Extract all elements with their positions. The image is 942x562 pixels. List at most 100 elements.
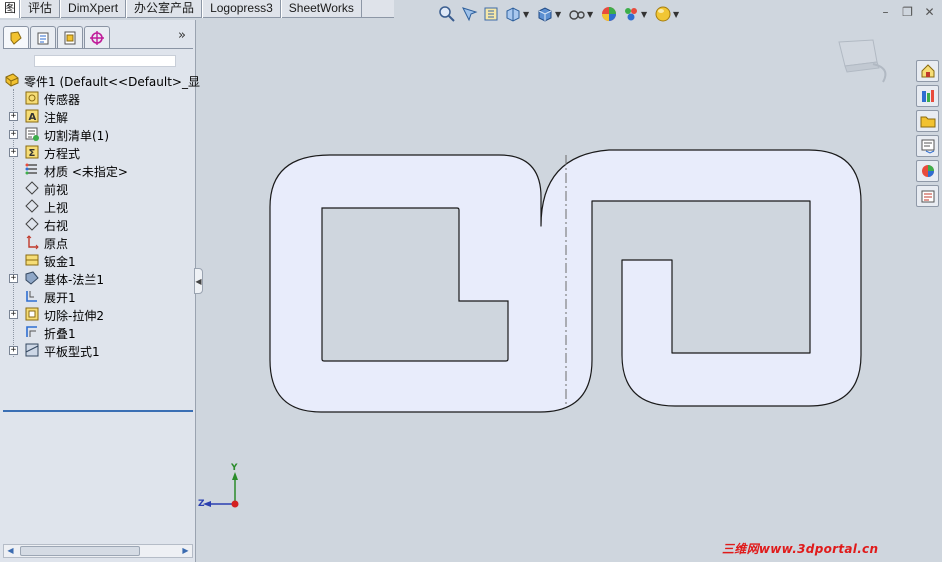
flat-pattern-icon <box>24 342 40 358</box>
feature-tree: 零件1 (Default<<Default>_显 传感器 + A 注解 + 切割… <box>0 71 200 412</box>
expand-icon[interactable]: + <box>9 130 18 139</box>
coordinate-triad <box>203 472 239 508</box>
tree-item-label: 展开1 <box>44 291 76 305</box>
propertymanager-icon[interactable] <box>30 26 56 48</box>
minimize-icon[interactable]: – <box>879 5 892 19</box>
solidworks-resources-icon[interactable] <box>916 60 939 82</box>
svg-text:A: A <box>29 112 37 123</box>
plane-icon <box>24 180 40 196</box>
plane-icon <box>24 198 40 214</box>
tab-office-products[interactable]: 办公室产品 <box>126 0 203 18</box>
part-icon <box>4 72 20 88</box>
tree-root-part[interactable]: 零件1 (Default<<Default>_显 <box>0 71 200 89</box>
tree-item-flat-pattern[interactable]: + 平板型式1 <box>0 341 196 359</box>
tree-item-label: 基体-法兰1 <box>44 273 104 287</box>
panel-more-chevron[interactable]: » <box>178 28 186 43</box>
tree-item-label: 方程式 <box>44 147 81 161</box>
expand-icon[interactable]: + <box>9 274 18 283</box>
task-pane <box>916 60 940 207</box>
view-palette-icon[interactable] <box>916 135 939 157</box>
panel-tabs <box>3 26 110 48</box>
expand-icon[interactable]: + <box>9 310 18 319</box>
window-controls: – ❐ ✕ <box>879 5 936 19</box>
tree-item-label: 平板型式1 <box>44 345 100 359</box>
expand-icon[interactable]: + <box>9 112 18 121</box>
featuremanager-icon[interactable] <box>3 26 29 48</box>
close-icon[interactable]: ✕ <box>923 5 936 19</box>
cut-extrude-icon <box>24 306 40 322</box>
annotation-icon: A <box>24 108 40 124</box>
dimxpert-icon[interactable] <box>84 26 110 48</box>
file-explorer-icon[interactable] <box>916 110 939 132</box>
custom-properties-icon[interactable] <box>916 185 939 207</box>
material-icon <box>24 162 40 178</box>
tree-item-label: 钣金1 <box>44 255 76 269</box>
tree-item-cut-extrude[interactable]: + 切除-拉伸2 <box>0 305 196 323</box>
tree-item-label: 上视 <box>44 201 69 215</box>
graphics-area[interactable] <box>197 20 915 562</box>
watermark-text: 三维网www.3dportal.cn <box>722 542 879 556</box>
chevron-down-icon[interactable]: ▼ <box>587 10 593 19</box>
tree-item-cut-list[interactable]: + 切割清单(1) <box>0 125 196 143</box>
design-library-icon[interactable] <box>916 85 939 107</box>
svg-text:Σ: Σ <box>29 148 36 159</box>
tab-sketch[interactable]: 图 <box>0 0 21 18</box>
panel-divider <box>3 48 193 49</box>
plane-icon <box>24 216 40 232</box>
tree-item-label: 注解 <box>44 111 69 125</box>
triad-y-label: Y <box>231 463 238 473</box>
sensor-icon <box>24 90 40 106</box>
scroll-left-icon[interactable]: ◀ <box>4 545 17 557</box>
tab-logopress3[interactable]: Logopress3 <box>202 0 281 18</box>
restore-icon[interactable]: ❐ <box>901 5 914 19</box>
origin-icon <box>24 234 40 250</box>
expand-icon[interactable]: + <box>9 148 18 157</box>
tree-item-label: 切除-拉伸2 <box>44 309 104 323</box>
unfold-icon <box>24 288 40 304</box>
tree-item-equations[interactable]: + Σ 方程式 <box>0 143 196 161</box>
chevron-down-icon[interactable]: ▼ <box>555 10 561 19</box>
base-flange-icon <box>24 270 40 286</box>
scrollbar-thumb[interactable] <box>20 546 140 556</box>
cut-list-icon <box>24 126 40 142</box>
tree-item-top-plane[interactable]: 上视 <box>0 197 196 215</box>
tree-item-label: 传感器 <box>44 93 81 107</box>
equation-icon: Σ <box>24 144 40 160</box>
sheet-metal-icon <box>24 252 40 268</box>
tree-item-base-flange[interactable]: + 基体-法兰1 <box>0 269 196 287</box>
flat-pattern-drawing <box>203 39 887 508</box>
tree-root-label: 零件1 (Default<<Default>_显 <box>24 75 200 89</box>
tree-item-fold[interactable]: 折叠1 <box>0 323 196 341</box>
tree-item-label: 折叠1 <box>44 327 76 341</box>
tab-dimxpert[interactable]: DimXpert <box>60 0 127 18</box>
tree-item-label: 原点 <box>44 237 69 251</box>
tree-item-front-plane[interactable]: 前视 <box>0 179 196 197</box>
chevron-down-icon[interactable]: ▼ <box>523 10 529 19</box>
tree-item-unfold[interactable]: 展开1 <box>0 287 196 305</box>
command-manager-tabs: 图 评估 DimXpert 办公室产品 Logopress3 SheetWork… <box>0 0 394 18</box>
fold-icon <box>24 324 40 340</box>
appearances-icon[interactable] <box>916 160 939 182</box>
rollback-bar[interactable] <box>3 410 193 412</box>
tree-filter-input[interactable] <box>34 55 176 67</box>
configurationmanager-icon[interactable] <box>57 26 83 48</box>
view-cube-icon[interactable] <box>838 39 887 83</box>
tree-item-annotations[interactable]: + A 注解 <box>0 107 196 125</box>
triad-z-label: Z <box>198 499 205 509</box>
tree-item-label: 材质 <未指定> <box>44 165 128 179</box>
tab-evaluate[interactable]: 评估 <box>20 0 61 18</box>
tree-item-material[interactable]: 材质 <未指定> <box>0 161 196 179</box>
tree-item-sheet-metal[interactable]: 钣金1 <box>0 251 196 269</box>
tree-item-label: 右视 <box>44 219 69 233</box>
expand-icon[interactable]: + <box>9 346 18 355</box>
tree-item-origin[interactable]: 原点 <box>0 233 196 251</box>
tree-item-right-plane[interactable]: 右视 <box>0 215 196 233</box>
horizontal-scrollbar[interactable]: ◀ ▶ <box>3 544 193 558</box>
chevron-down-icon[interactable]: ▼ <box>641 10 647 19</box>
tree-item-sensors[interactable]: 传感器 <box>0 89 196 107</box>
tree-item-label: 前视 <box>44 183 69 197</box>
chevron-down-icon[interactable]: ▼ <box>673 10 679 19</box>
scroll-right-icon[interactable]: ▶ <box>179 545 192 557</box>
tab-sheetworks[interactable]: SheetWorks <box>280 0 362 18</box>
featuremanager-panel: » 零件1 (Default<<Default>_显 传感器 + A 注解 + … <box>0 20 200 562</box>
